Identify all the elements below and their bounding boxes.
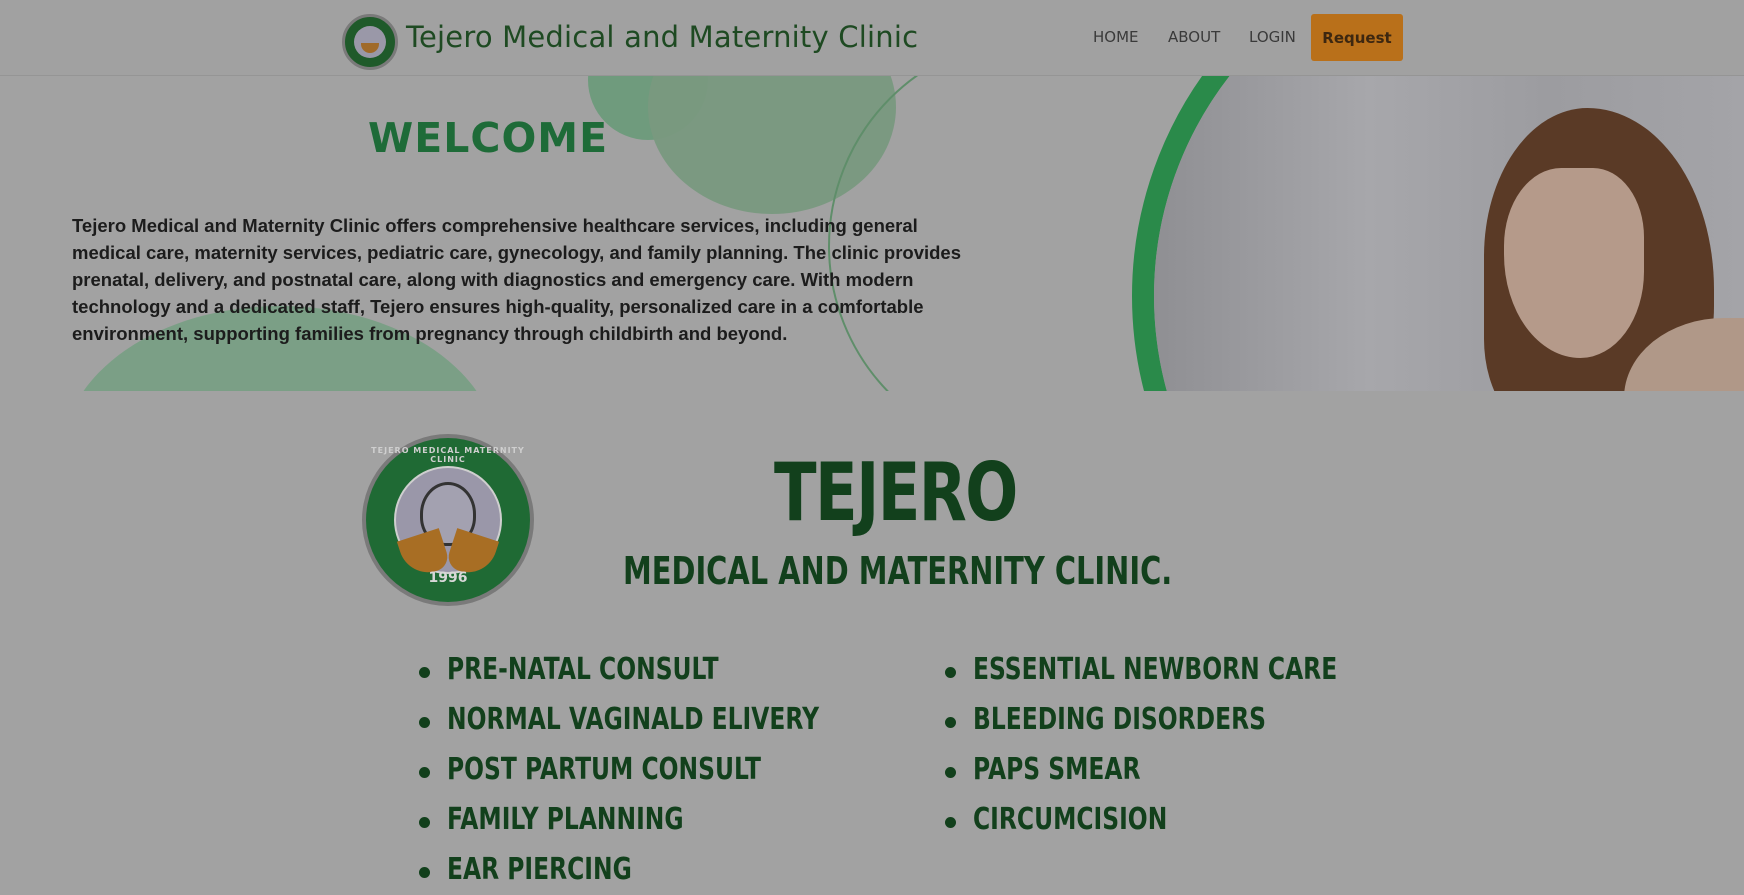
welcome-heading: WELCOME [368,114,609,162]
hero-section: WELCOME Tejero Medical and Maternity Cli… [0,76,1744,391]
hero-photo [1132,76,1744,391]
clinic-logo-icon[interactable] [342,14,398,70]
service-item: ESSENTIAL NEWBORN CARE [973,652,1338,687]
service-item: FAMILY PLANNING [447,802,684,837]
clinic-seal-logo: TEJERO MEDICAL MATERNITY CLINIC 1996 [362,434,534,606]
service-item: PRE-NATAL CONSULT [447,652,719,687]
bullet [419,867,430,878]
bullet [419,667,430,678]
seal-text: TEJERO MEDICAL MATERNITY CLINIC [371,446,525,464]
bullet [945,717,956,728]
hero-description: Tejero Medical and Maternity Clinic offe… [72,215,962,344]
bullet [419,717,430,728]
bullet [945,667,956,678]
service-item: CIRCUMCISION [973,802,1168,837]
logo-center [354,26,386,58]
request-button[interactable]: Request [1311,14,1403,61]
seal-year: 1996 [428,570,468,586]
bullet [945,767,956,778]
clinic-subtitle: MEDICAL AND MATERNITY CLINIC. [623,549,1173,593]
service-item: BLEEDING DISORDERS [973,702,1266,737]
nav-home-link[interactable]: HOME [1093,28,1139,46]
service-item: NORMAL VAGINALD ELIVERY [447,702,820,737]
nav-login-link[interactable]: LOGIN [1249,28,1296,46]
service-item: PAPS SMEAR [973,752,1141,787]
service-item: POST PARTUM CONSULT [447,752,761,787]
navbar: Tejero Medical and Maternity Clinic HOME… [0,0,1744,76]
clinic-title: TEJERO [774,446,1018,539]
brand-title[interactable]: Tejero Medical and Maternity Clinic [406,20,918,54]
nav-about-link[interactable]: ABOUT [1168,28,1220,46]
bullet [419,767,430,778]
service-item: EAR PIERCING [447,852,632,887]
bullet [945,817,956,828]
bullet [419,817,430,828]
